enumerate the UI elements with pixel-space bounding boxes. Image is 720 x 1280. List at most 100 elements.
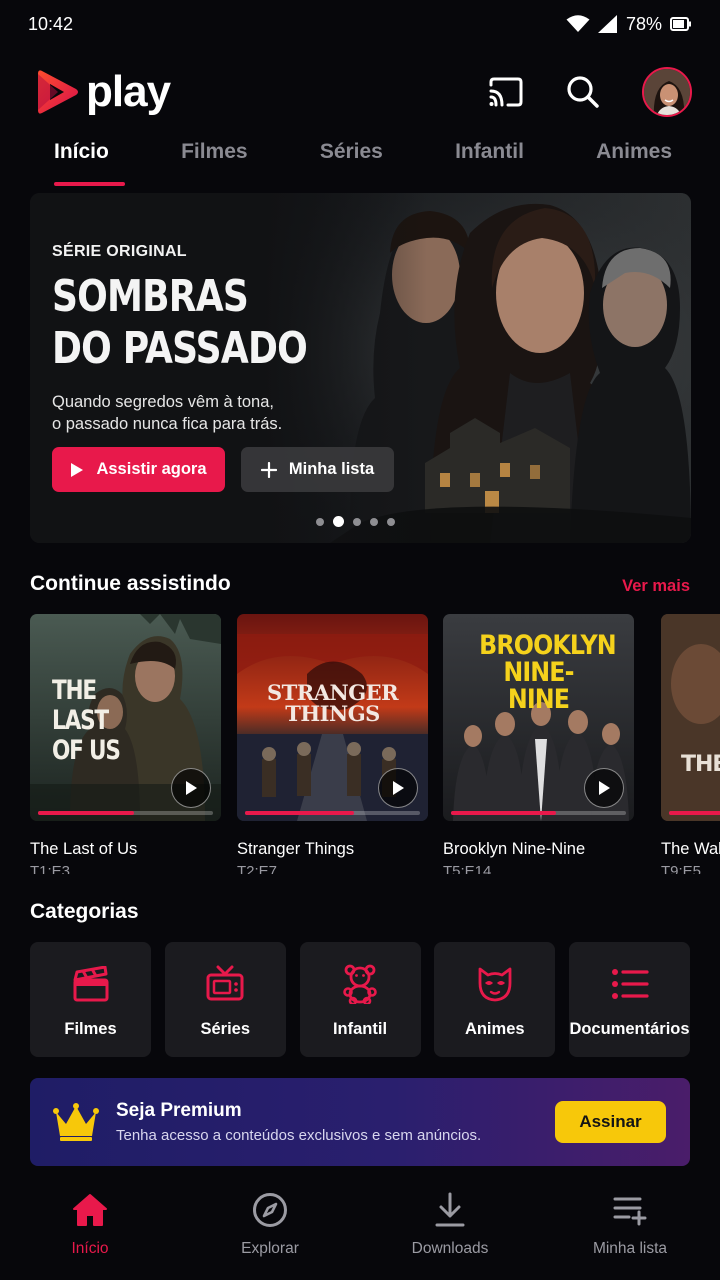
hero-banner[interactable]: SÉRIE ORIGINAL SOMBRAS DO PASSADO Quando… — [30, 193, 691, 543]
plus-icon — [260, 461, 277, 478]
category-label: Animes — [464, 1020, 525, 1038]
carousel-dot[interactable] — [370, 517, 378, 526]
hero-content: SÉRIE ORIGINAL SOMBRAS DO PASSADO Quando… — [52, 243, 372, 435]
see-more-link[interactable]: Ver mais — [622, 577, 690, 596]
playlist-add-icon — [613, 1197, 647, 1226]
hero-title-line2: DO PASSADO — [52, 323, 308, 374]
progress-bar — [451, 811, 626, 815]
category-infantil[interactable]: Infantil — [299, 942, 421, 1057]
continue-card[interactable]: THE WAL The Walking Dead T9:E5 — [661, 614, 720, 874]
progress-fill — [669, 811, 720, 815]
tab-inicio[interactable]: Início — [30, 140, 127, 186]
hero-eyebrow: SÉRIE ORIGINAL — [52, 243, 187, 260]
nav-inicio[interactable]: Início — [0, 1190, 180, 1280]
continue-watching-title: Continue assistindo — [30, 572, 231, 595]
nav-minha-lista[interactable]: Minha lista — [540, 1190, 720, 1280]
app-logo[interactable]: play — [36, 67, 171, 117]
play-button[interactable] — [378, 768, 418, 808]
header-actions — [488, 67, 692, 117]
progress-bar — [38, 811, 213, 815]
watch-now-button[interactable]: Assistir agora — [52, 447, 225, 492]
category-documentarios[interactable]: Documentários — [569, 942, 690, 1057]
play-icon — [393, 781, 404, 795]
poster-text: STRANGER THINGS — [267, 680, 399, 726]
tab-series[interactable]: Séries — [296, 140, 401, 186]
continue-card[interactable]: THE LAST OF US The Last of Us T1:E3 — [30, 614, 221, 874]
status-icons: 78% — [566, 14, 692, 35]
nav-explorar[interactable]: Explorar — [180, 1190, 360, 1280]
teddy-bear-icon — [343, 964, 377, 1004]
my-list-button[interactable]: Minha lista — [241, 447, 394, 492]
category-series[interactable]: Séries — [164, 942, 286, 1057]
category-animes[interactable]: Animes — [434, 942, 556, 1057]
progress-fill — [451, 811, 556, 815]
search-icon[interactable] — [566, 75, 600, 109]
anime-mask-icon — [478, 967, 512, 1002]
continue-episode: T5:E14 — [443, 863, 492, 874]
premium-text: Seja Premium Tenha acesso a conteúdos ex… — [116, 1100, 481, 1144]
play-icon — [186, 781, 197, 795]
brand-name: play — [86, 67, 171, 116]
continue-thumbnail[interactable]: THE WAL — [661, 614, 720, 821]
premium-subtitle: Tenha acesso a conteúdos exclusivos e se… — [116, 1127, 482, 1144]
categories-row: Filmes Séries Infantil Animes Documentár… — [30, 942, 690, 1058]
continue-card[interactable]: BROOKLYN NINE-NINE Brooklyn Nine-Nine T5… — [443, 614, 634, 874]
home-icon — [73, 1194, 107, 1226]
category-label: Filmes — [64, 1020, 117, 1038]
category-label: Séries — [200, 1020, 251, 1038]
app-header: play — [36, 62, 692, 122]
continue-thumbnail[interactable]: BROOKLYN NINE-NINE — [443, 614, 634, 821]
nav-label: Início — [71, 1240, 109, 1257]
hero-title-line1: SOMBRAS — [52, 271, 249, 322]
continue-title: The Walking Dead — [661, 840, 720, 858]
continue-title: Brooklyn Nine-Nine — [443, 840, 586, 858]
download-icon — [435, 1192, 465, 1227]
continue-title: Stranger Things — [237, 840, 355, 858]
play-button[interactable] — [171, 768, 211, 808]
poster-text: BROOKLYN NINE-NINE — [479, 630, 617, 715]
status-time: 10:42 — [28, 13, 74, 34]
carousel-dots — [316, 516, 395, 527]
hero-title: SOMBRAS DO PASSADO — [52, 271, 364, 375]
signal-icon — [597, 15, 617, 33]
progress-fill — [245, 811, 354, 815]
subscribe-button[interactable]: Assinar — [555, 1101, 666, 1143]
watch-now-label: Assistir agora — [96, 460, 207, 478]
category-label: Documentários — [569, 1020, 690, 1038]
list-icon — [611, 969, 649, 999]
carousel-dot[interactable] — [316, 517, 324, 526]
play-icon — [599, 781, 610, 795]
wifi-icon — [566, 15, 590, 32]
premium-title: Seja Premium — [116, 1100, 242, 1121]
tab-infantil[interactable]: Infantil — [431, 140, 542, 186]
poster-text: THE WAL — [681, 752, 720, 777]
cast-icon[interactable] — [488, 77, 524, 107]
tab-animes[interactable]: Animes — [572, 140, 690, 186]
continue-episode: T9:E5 — [661, 863, 702, 874]
avatar[interactable] — [642, 67, 692, 117]
nav-downloads[interactable]: Downloads — [360, 1190, 540, 1280]
carousel-dot-active[interactable] — [333, 516, 344, 527]
continue-card[interactable]: STRANGER THINGS Stranger Things T2:E7 — [237, 614, 428, 874]
hero-description: Quando segredos vêm à tona, o passado nu… — [52, 391, 372, 435]
progress-fill — [38, 811, 135, 815]
continue-thumbnail[interactable]: STRANGER THINGS — [237, 614, 428, 821]
carousel-dot[interactable] — [353, 517, 361, 526]
battery-percent: 78% — [625, 13, 662, 34]
continue-thumbnail[interactable]: THE LAST OF US — [30, 614, 221, 821]
categories-title: Categorias — [30, 900, 139, 923]
premium-banner[interactable]: Seja Premium Tenha acesso a conteúdos ex… — [30, 1078, 690, 1166]
category-filmes[interactable]: Filmes — [30, 942, 151, 1057]
bottom-nav: Início Explorar Downloads Minha lista — [0, 1190, 720, 1280]
tab-filmes[interactable]: Filmes — [157, 140, 266, 186]
continue-episode: T2:E7 — [237, 863, 278, 874]
poster-the-walking-dead — [661, 614, 720, 821]
carousel-dot[interactable] — [387, 517, 395, 526]
play-logo-icon — [38, 70, 78, 114]
tv-icon — [206, 965, 244, 1001]
hero-desc-line1: Quando segredos vêm à tona, — [52, 393, 274, 411]
nav-label: Minha lista — [592, 1240, 668, 1257]
continue-title: The Last of Us — [30, 840, 138, 858]
play-button[interactable] — [584, 768, 624, 808]
play-icon — [71, 462, 84, 477]
